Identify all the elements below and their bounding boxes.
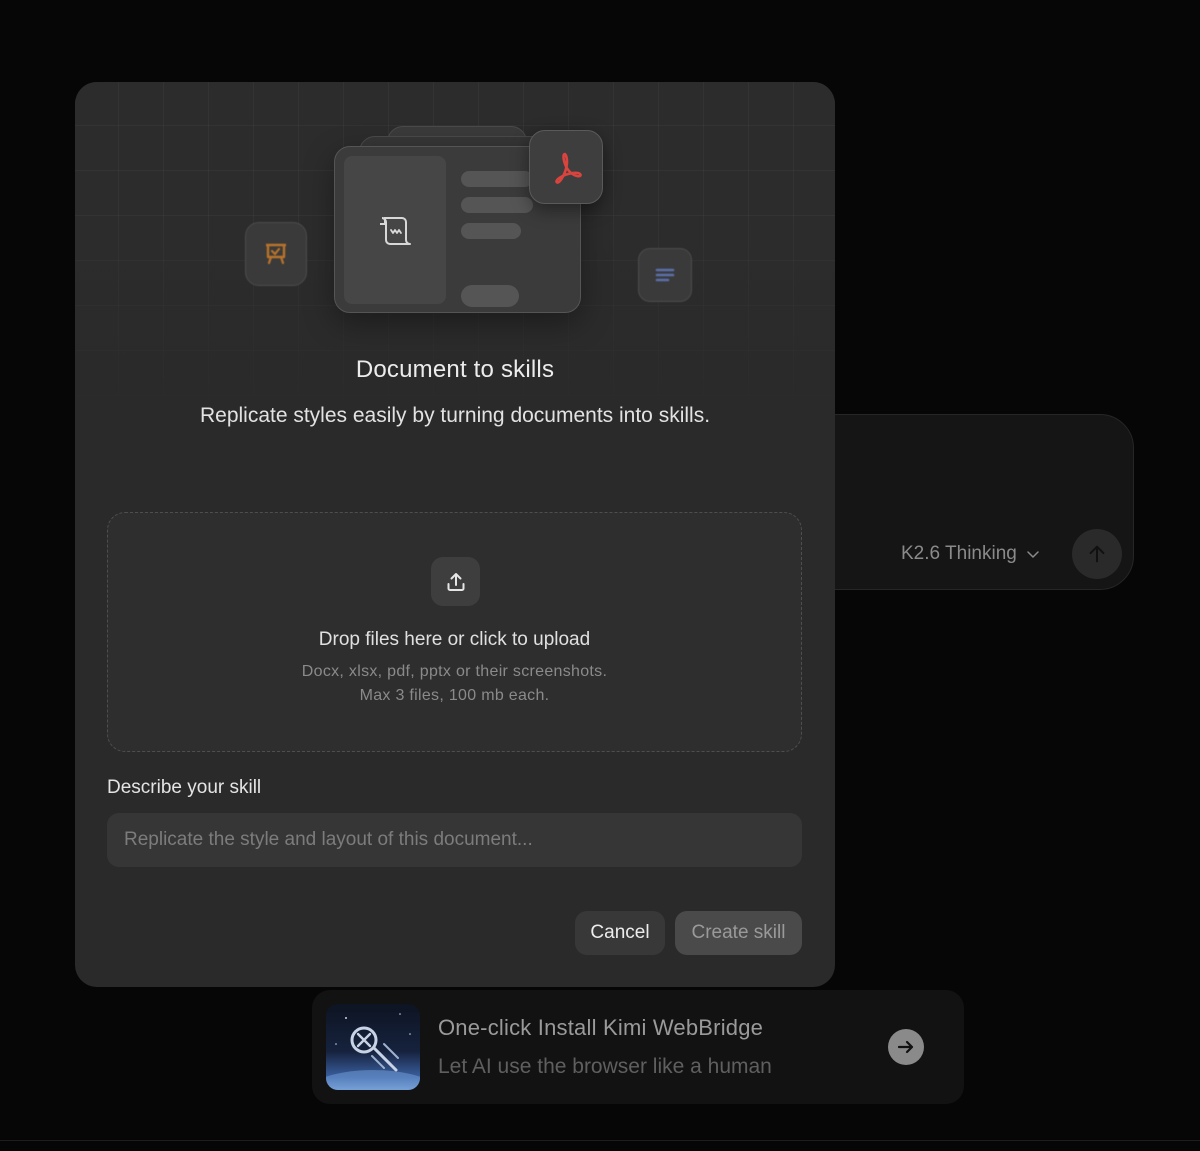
promo-open-button[interactable] — [888, 1029, 924, 1065]
describe-skill-label: Describe your skill — [107, 777, 262, 798]
text-placeholder — [461, 197, 533, 213]
presentation-icon — [266, 243, 286, 265]
page: K2.6 Thinking One-click Install Kimi Web… — [0, 0, 1200, 1151]
webbridge-thumbnail — [326, 1004, 420, 1090]
text-lines-icon — [655, 268, 675, 282]
model-selector[interactable]: K2.6 Thinking — [901, 541, 1041, 567]
text-lines-badge — [638, 248, 692, 302]
promo-subtitle: Let AI use the browser like a human — [438, 1055, 772, 1078]
document-preview — [344, 156, 446, 304]
pdf-icon — [555, 152, 582, 184]
divider — [0, 1140, 1200, 1141]
document-to-skills-dialog: Document to skills Replicate styles easi… — [75, 82, 835, 987]
dropzone-formats-hint: Docx, xlsx, pdf, pptx or their screensho… — [301, 663, 608, 680]
text-placeholder — [461, 223, 521, 239]
upload-icon — [447, 572, 464, 591]
cancel-button[interactable]: Cancel — [575, 911, 665, 955]
dropzone-title: Drop files here or click to upload — [318, 629, 591, 650]
satellite-icon — [326, 1013, 420, 1090]
file-dropzone[interactable]: Drop files here or click to upload Docx,… — [107, 512, 802, 752]
model-label: K2.6 Thinking — [901, 543, 1017, 564]
promo-title: One-click Install Kimi WebBridge — [438, 1015, 764, 1040]
send-button[interactable] — [1072, 529, 1122, 579]
dialog-title: Document to skills — [355, 356, 555, 383]
dropzone-limits-hint: Max 3 files, 100 mb each. — [359, 687, 550, 704]
text-placeholder — [461, 171, 533, 187]
describe-skill-input[interactable] — [107, 813, 802, 867]
scroll-document-icon — [380, 217, 411, 245]
pdf-badge — [529, 130, 603, 204]
create-skill-button[interactable]: Create skill — [675, 911, 802, 955]
chevron-down-icon — [1027, 551, 1039, 558]
upload-button[interactable] — [431, 557, 480, 606]
webbridge-promo-banner[interactable]: One-click Install Kimi WebBridge Let AI … — [312, 990, 964, 1104]
dialog-subtitle: Replicate styles easily by turning docum… — [199, 404, 711, 427]
arrow-right-icon — [897, 1040, 914, 1054]
arrow-up-icon — [1089, 545, 1105, 563]
text-placeholder — [461, 285, 519, 307]
presentation-badge — [245, 222, 307, 286]
